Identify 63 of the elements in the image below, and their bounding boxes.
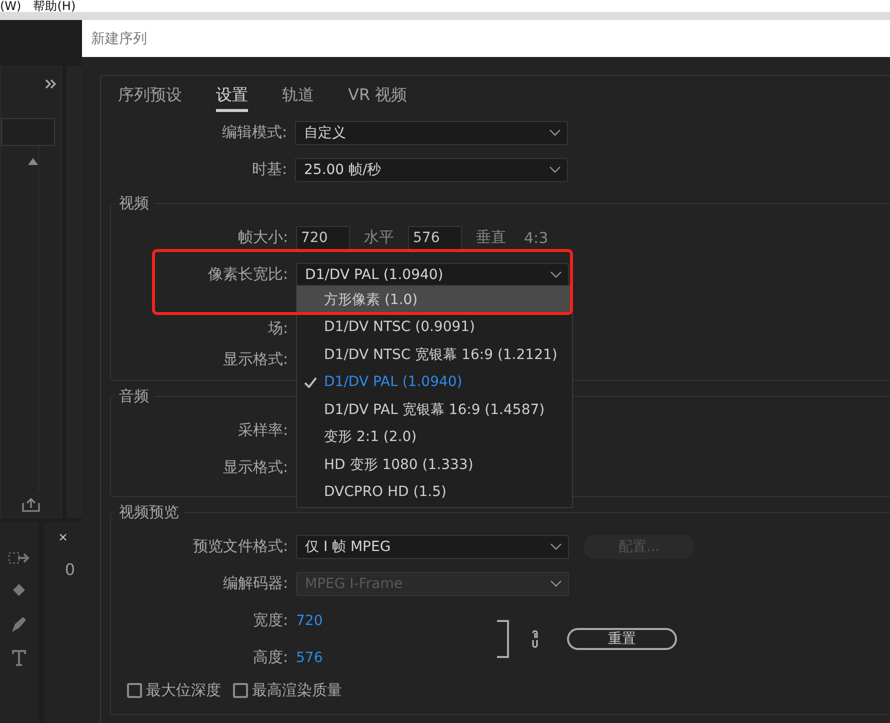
bracket-icon [496,620,510,658]
track-select-icon[interactable] [8,550,30,566]
field-label: 像素长宽比: [208,265,288,284]
group-title: 视频预览 [118,503,180,522]
double-chevron-icon[interactable] [45,79,57,89]
tab[interactable]: 序列预设 [118,82,182,112]
tab[interactable]: VR 视频 [348,82,408,112]
search-field[interactable] [1,118,55,146]
field-label: 帧大小: [238,228,288,247]
checkmark-icon [304,376,317,388]
chevron-down-icon [550,580,562,587]
chevron-down-icon [549,166,561,173]
chevron-down-icon [550,543,562,550]
menu-option[interactable]: 方形像素 (1.0) [297,286,572,314]
menu-option[interactable]: HD 变形 1080 (1.333) [297,451,572,478]
group-title: 视频 [118,194,150,213]
menu-item[interactable]: 帮助(H) [33,0,76,12]
tab[interactable]: 轨道 [282,82,314,112]
aspect-ratio: 4:3 [524,228,548,246]
field-label: 采样率: [238,421,288,440]
reset-button[interactable]: 重置 [567,628,677,650]
field-label: 垂直 [476,228,506,247]
checkbox[interactable] [233,682,248,698]
dropdown[interactable]: 25.00 帧/秒 [295,158,568,182]
checkbox-label: 最高渲染质量 [252,680,342,700]
height-input[interactable]: 576 [408,226,462,250]
field-label: 高度: [252,648,288,667]
dropdown[interactable]: 自定义 [295,120,568,144]
menu-option[interactable]: D1/DV PAL (1.0940) [297,368,572,396]
menu-option[interactable]: 变形 2:1 (2.0) [297,424,572,451]
menu-item[interactable]: (W) [0,0,22,12]
checkbox-label: 最大位深度 [146,680,221,700]
link-icon[interactable] [530,629,540,649]
checkbox[interactable] [127,682,142,698]
chevron-down-icon [549,129,561,136]
width-input[interactable]: 720 [296,226,350,250]
dimension-value[interactable]: 576 [296,650,323,666]
field-label: 显示格式: [222,458,288,477]
scroll-up-icon[interactable] [28,158,38,165]
field-label: 宽度: [252,611,288,630]
window-title: 新建序列 [91,30,147,48]
dimension-value[interactable]: 720 [296,612,323,628]
close-mark[interactable]: × [58,530,68,544]
export-icon[interactable] [22,498,40,512]
field-label: 编解码器: [222,574,288,593]
menu-option[interactable]: D1/DV NTSC (0.9091) [297,314,572,341]
field-label: 编辑模式: [222,123,287,142]
tab[interactable]: 设置 [216,82,248,112]
type-tool-icon[interactable] [10,648,28,666]
menu-option[interactable]: DVCPRO HD (1.5) [297,478,572,506]
pen-icon[interactable] [9,614,29,634]
group-title: 音频 [118,387,150,406]
field-label: 显示格式: [222,350,288,369]
field-label: 场: [268,319,288,338]
chevron-down-icon [550,271,562,278]
field-label: 时基: [252,160,287,179]
timecode: 0 [64,560,76,579]
field-label: 水平 [364,228,394,247]
dropdown[interactable]: 仅 I 帧 MPEG [296,534,569,558]
field-label: 预览文件格式: [192,537,288,556]
dropdown[interactable]: D1/DV PAL (1.0940) [296,262,569,286]
menu-option[interactable]: D1/DV PAL 宽银幕 16:9 (1.4587) [297,396,572,424]
menu-option[interactable]: D1/DV NTSC 宽银幕 16:9 (1.2121) [297,341,572,368]
